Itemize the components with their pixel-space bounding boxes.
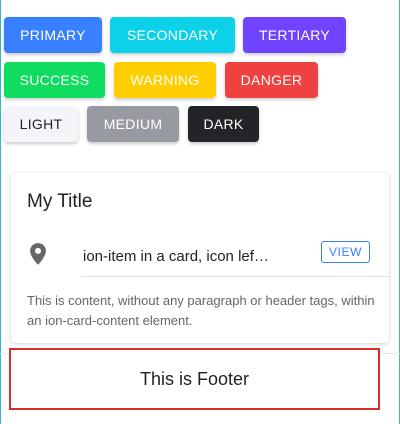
footer-text: This is Footer [139,368,250,389]
dark-button[interactable]: DARK [188,106,259,142]
success-button[interactable]: SUCCESS [4,62,105,98]
view-button[interactable]: VIEW [321,241,370,263]
footer: This is Footer [9,348,380,410]
card-content: This is content, without any paragraph o… [27,293,375,328]
primary-button[interactable]: PRIMARY [4,17,102,53]
pin-icon [30,243,46,265]
item-divider [81,276,389,277]
card-item-text: ion-item in a card, icon lef… [83,248,269,265]
medium-button[interactable]: MEDIUM [87,106,179,142]
danger-button[interactable]: DANGER [225,62,318,98]
card: My Title ion-item in a card, icon lef… V… [11,173,389,343]
tertiary-button[interactable]: TERTIARY [243,17,346,53]
warning-button[interactable]: WARNING [114,62,216,98]
card-title: My Title [27,191,93,212]
frame-left-edge [0,0,1,424]
secondary-button[interactable]: SECONDARY [110,17,235,53]
light-button[interactable]: LIGHT [4,106,78,142]
